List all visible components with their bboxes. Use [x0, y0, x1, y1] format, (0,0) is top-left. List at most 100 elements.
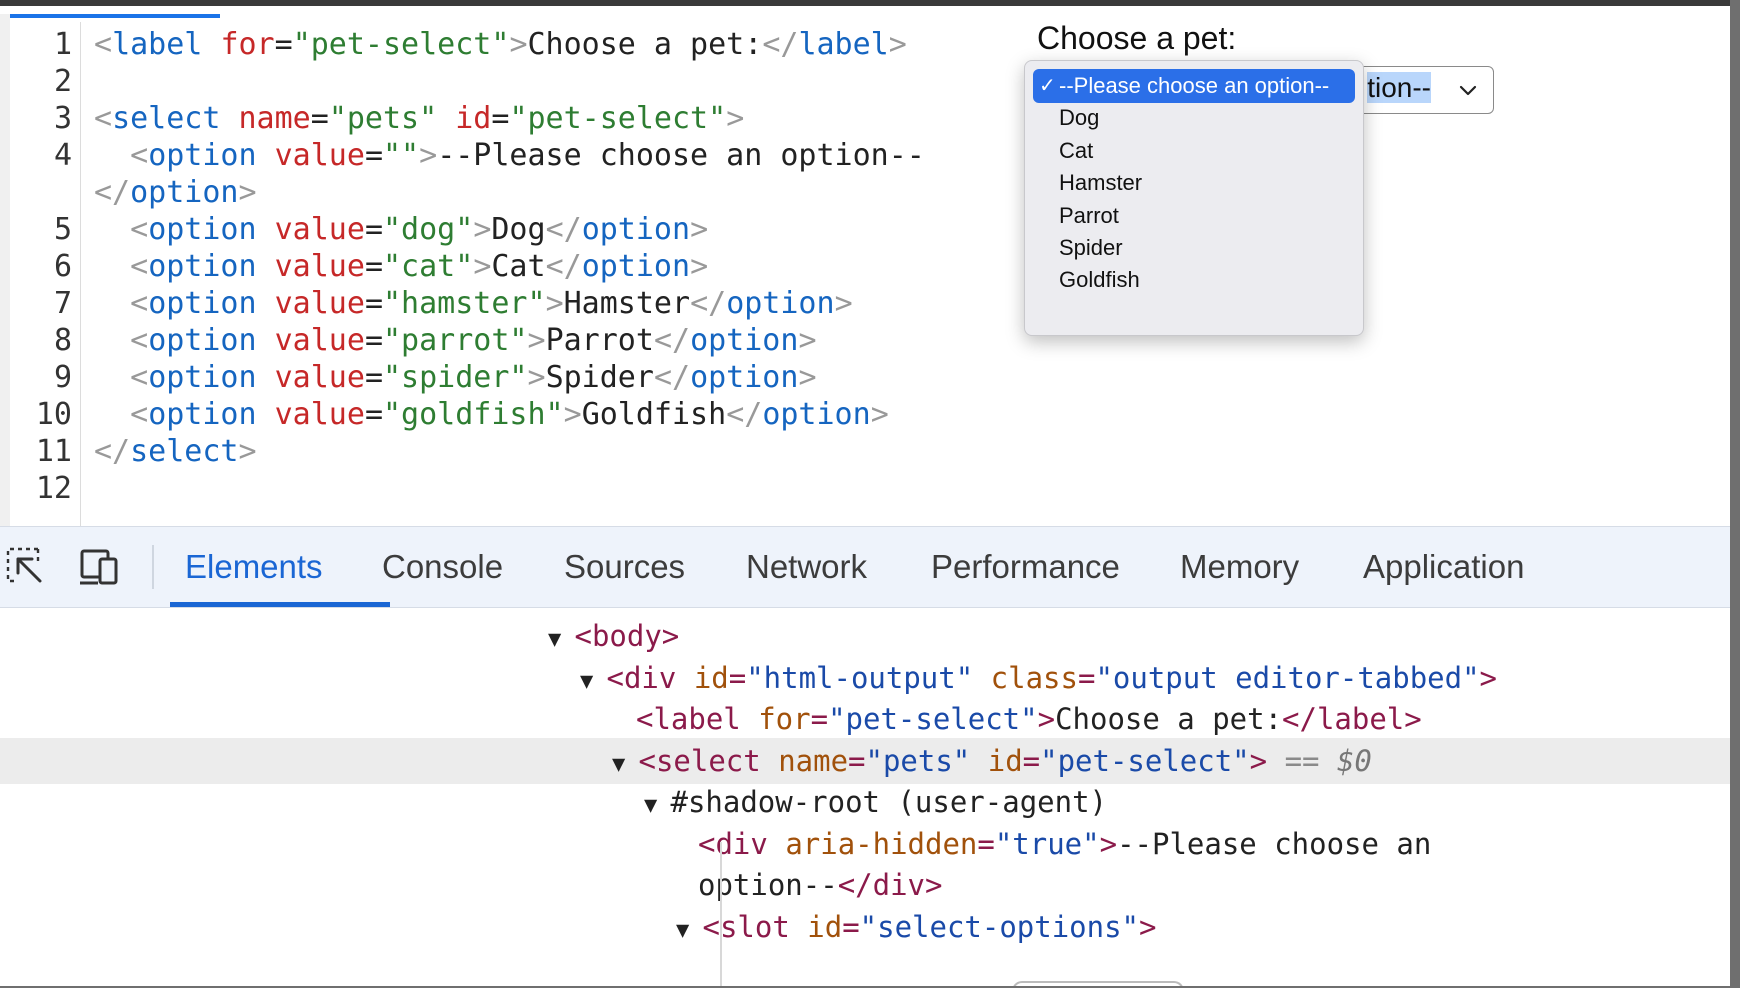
dom-token: Choose a pet:: [1055, 702, 1283, 736]
dom-token: id: [693, 660, 729, 695]
code-token: "pet-select": [509, 101, 727, 136]
code-token: option: [148, 397, 257, 432]
code-token: =: [491, 101, 510, 136]
active-tab-underline: [170, 602, 390, 607]
pet-option[interactable]: Parrot: [1033, 199, 1355, 233]
code-line[interactable]: </option>: [94, 174, 257, 211]
dom-token: id: [807, 909, 843, 944]
dom-token: >: [1249, 743, 1268, 778]
line-number-gutter: 1 2 3 4 5 6 7 8 9 10 11 12: [10, 22, 81, 526]
expand-triangle-icon[interactable]: ▼: [676, 918, 703, 943]
dom-node[interactable]: ▼ #shadow-root (user-agent): [0, 779, 1730, 825]
code-token: value: [274, 286, 365, 321]
expand-triangle-icon[interactable]: ▼: [580, 669, 607, 694]
dom-node[interactable]: ▼ <body>: [0, 613, 1730, 659]
horizontal-scrollbar[interactable]: [1012, 981, 1184, 986]
tab-performance[interactable]: Performance: [931, 527, 1120, 607]
code-token: id: [455, 101, 492, 136]
dom-node[interactable]: <div aria-hidden="true">--Please choose …: [0, 821, 1730, 867]
pet-option-label: Hamster: [1059, 170, 1143, 196]
code-token: for: [220, 27, 275, 62]
pet-option[interactable]: Dog: [1033, 101, 1355, 135]
elements-panel[interactable]: ▼ <body> ▼ <div id="html-output" class="o…: [0, 608, 1730, 986]
code-token: value: [274, 138, 365, 173]
code-token: =: [364, 397, 383, 432]
code-editor[interactable]: 1 2 3 4 5 6 7 8 9 10 11 12 <label for="pet-select">…: [0, 14, 1014, 526]
dom-token: "pet-select": [1040, 743, 1250, 778]
code-token: select: [112, 101, 221, 136]
code-line[interactable]: <option value="dog">Dog</option>: [94, 211, 708, 248]
code-token: >: [690, 249, 709, 284]
code-line[interactable]: <label for="pet-select">Choose a pet:</l…: [94, 26, 907, 63]
dom-token: "pets": [865, 743, 971, 778]
dom-node[interactable]: ▼ <div id="html-output" class="output ed…: [0, 655, 1730, 701]
pet-option[interactable]: Cat: [1033, 134, 1355, 168]
expand-triangle-icon[interactable]: ▼: [548, 627, 575, 652]
preview-pane: Choose a pet: tion-- ✓ --Please choose an…: [1004, 14, 1730, 526]
code-token: option: [148, 138, 257, 173]
dom-node[interactable]: option--</div>: [0, 862, 1730, 908]
code-token: </: [653, 323, 691, 358]
code-token: value: [274, 212, 365, 247]
code-line[interactable]: <option value="parrot">Parrot</option>: [94, 322, 816, 359]
pet-option[interactable]: Spider: [1033, 231, 1355, 265]
dom-token: "pet-select": [828, 702, 1038, 736]
code-token: <: [130, 138, 149, 173]
dom-token: =: [728, 660, 747, 695]
dom-node-text: ▼ <slot id="select-options">: [676, 904, 1156, 954]
dom-token: --Please choose an: [1117, 826, 1432, 861]
line-number: 1: [53, 27, 72, 62]
tab-elements[interactable]: Elements: [185, 527, 323, 607]
code-token: </: [94, 175, 131, 210]
code-line[interactable]: <option value="goldfish">Goldfish</optio…: [94, 396, 889, 433]
dom-token: </div>: [837, 868, 943, 902]
code-token: >: [690, 212, 709, 247]
pet-option[interactable]: Goldfish: [1033, 263, 1355, 297]
line-number: 8: [53, 323, 72, 358]
code-token: Parrot: [545, 323, 654, 358]
code-token: =: [364, 360, 383, 395]
dom-token: "output editor-tabbed": [1095, 660, 1480, 695]
dom-token: >: [1099, 826, 1118, 861]
code-token: Dog: [491, 212, 546, 247]
code-token: >: [527, 360, 546, 395]
code-token: Spider: [545, 360, 654, 395]
tab-application[interactable]: Application: [1363, 527, 1524, 607]
selected-dom-node[interactable]: ▼ <select name="pets" id="pet-select"> =…: [0, 737, 1730, 784]
dom-node[interactable]: <label for="pet-select">Choose a pet:</l…: [0, 696, 1730, 742]
code-token: >: [545, 286, 564, 321]
expand-triangle-icon[interactable]: ▼: [644, 793, 671, 818]
code-line[interactable]: <option value="cat">Cat</option>: [94, 248, 708, 285]
code-line[interactable]: <option value="hamster">Hamster</option>: [94, 285, 853, 322]
device-toolbar-icon[interactable]: [76, 545, 120, 589]
dom-token: <div: [698, 826, 786, 861]
tab-sources[interactable]: Sources: [564, 527, 685, 607]
code-token: option: [581, 249, 691, 284]
code-line[interactable]: <select name="pets" id="pet-select">: [94, 100, 744, 137]
code-token: =: [274, 27, 293, 62]
code-token: --Please choose an option--: [437, 138, 925, 173]
tab-network[interactable]: Network: [746, 527, 867, 607]
dom-node[interactable]: ▼ <slot id="select-options">: [0, 904, 1730, 950]
code-token: label: [798, 27, 889, 62]
code-line[interactable]: <option value="spider">Spider</option>: [94, 359, 816, 396]
code-token: <: [94, 101, 113, 136]
dom-token: =: [848, 743, 866, 778]
pet-option[interactable]: Hamster: [1033, 166, 1355, 200]
tab-memory[interactable]: Memory: [1180, 527, 1299, 607]
dom-token: [973, 661, 990, 695]
code-token: </: [545, 212, 582, 247]
tab-console[interactable]: Console: [382, 527, 503, 607]
code-token: option: [148, 286, 257, 321]
dom-token: <select: [638, 743, 779, 778]
dom-token: id: [987, 743, 1023, 778]
inspect-element-icon[interactable]: [4, 545, 48, 589]
pet-option[interactable]: ✓ --Please choose an option--: [1033, 69, 1355, 103]
code-line[interactable]: </select>: [94, 433, 257, 470]
expand-triangle-icon[interactable]: ▼: [612, 752, 639, 777]
code-line[interactable]: <option value="">--Please choose an opti…: [94, 137, 925, 174]
code-token: </: [726, 397, 763, 432]
